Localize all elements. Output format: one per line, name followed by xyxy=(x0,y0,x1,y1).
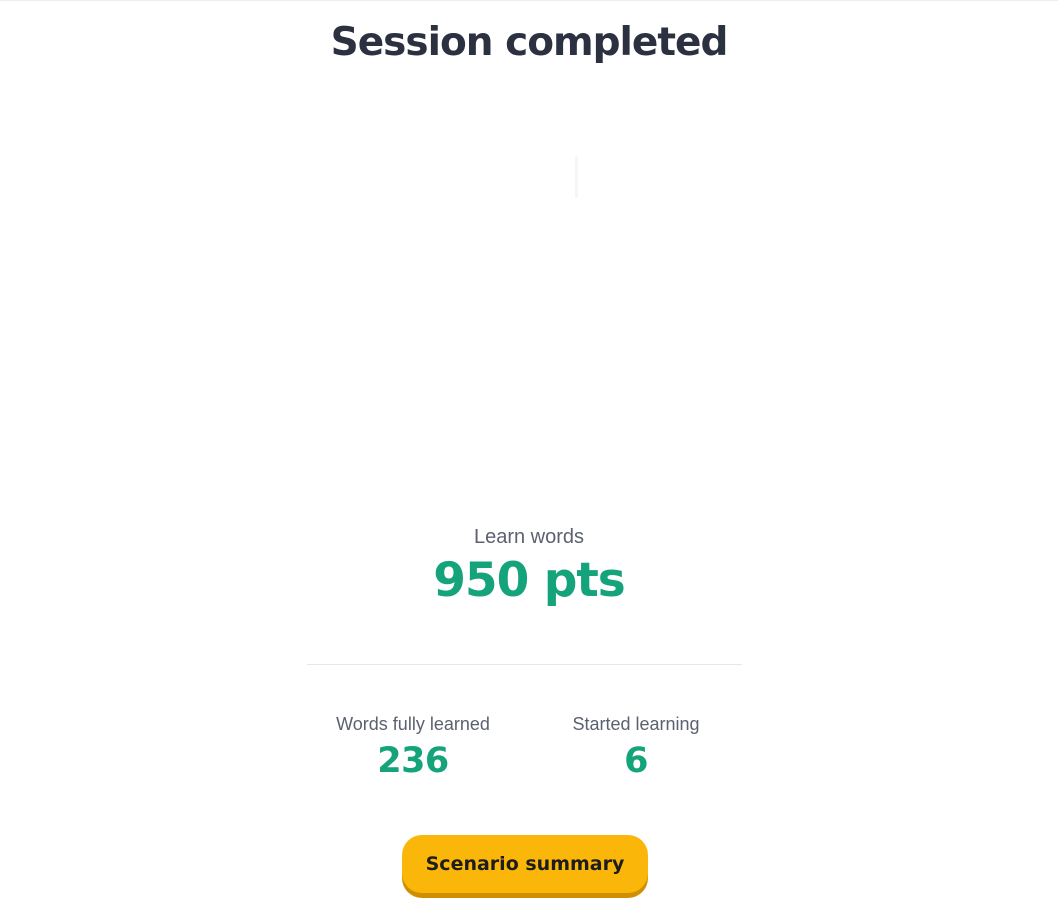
activity-label: Learn words xyxy=(473,526,585,548)
top-divider xyxy=(0,0,1058,1)
celebration-illustration xyxy=(329,98,729,498)
page-title: Session completed xyxy=(330,20,729,65)
stat-started-learning: Started learning 6 xyxy=(526,711,746,784)
scenario-summary-button[interactable]: Scenario summary xyxy=(402,835,648,893)
stat-label-started: Started learning xyxy=(572,714,700,734)
points-total: 950 pts xyxy=(433,553,626,608)
stat-value-fully-learned: 236 xyxy=(377,741,449,781)
stat-words-fully-learned: Words fully learned 236 xyxy=(303,711,523,784)
stat-value-started: 6 xyxy=(624,741,648,781)
section-divider xyxy=(307,664,742,665)
stat-label-fully-learned: Words fully learned xyxy=(336,714,490,734)
illustration-fragment xyxy=(575,156,578,198)
